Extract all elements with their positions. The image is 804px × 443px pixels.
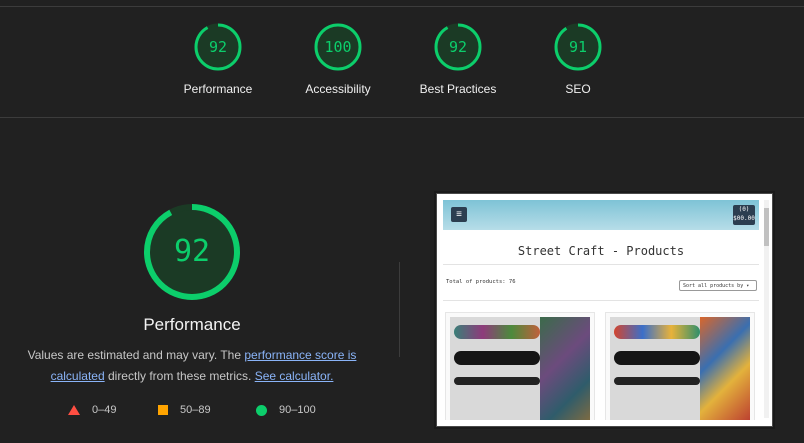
hamburger-icon: ≡ [451, 207, 467, 222]
gauge-score: 91 [568, 38, 588, 56]
legend-average: 50–89 [158, 404, 211, 416]
section-divider [0, 117, 804, 118]
gauge-seo[interactable]: 91 SEO [518, 22, 638, 96]
gauge-label: Best Practices [419, 82, 497, 96]
skateboard-deck [614, 377, 700, 385]
see-calculator-link[interactable]: See calculator. [255, 369, 334, 383]
top-border [0, 6, 804, 7]
sort-label: Sort all products by [683, 283, 744, 289]
thumbnail-page: ≡ (0) $00.00 Street Craft - Products Tota… [443, 200, 759, 420]
gauge-best-practices[interactable]: 92 Best Practices [398, 22, 518, 96]
thumbnail-divider [443, 264, 759, 265]
thumbnail-title: Street Craft - Products [517, 244, 685, 258]
gauge-performance[interactable]: 92 Performance [158, 22, 278, 96]
gauge-label: SEO [565, 82, 591, 96]
skateboard-deck [454, 377, 540, 385]
skateboard-deck [614, 325, 700, 339]
circle-icon [256, 404, 267, 416]
legend-range: 90–100 [279, 404, 316, 416]
skateboard-deck [454, 325, 540, 339]
square-icon [158, 405, 168, 415]
graffiti-wall [700, 317, 750, 420]
thumbnail-total: Total of products: 76 [446, 279, 516, 285]
legend-range: 0–49 [92, 404, 117, 416]
performance-score: 92 [173, 234, 211, 269]
gauge-score: 100 [324, 38, 352, 56]
gauge-label: Performance [183, 82, 253, 96]
legend-fail: 0–49 [68, 404, 116, 416]
gauge-score: 92 [448, 38, 468, 56]
thumbnail-divider-2 [443, 300, 759, 301]
graffiti-wall [540, 317, 590, 420]
product-card [445, 312, 595, 420]
thumbnail-scroll-thumb [764, 208, 769, 246]
gauge-score: 92 [208, 38, 228, 56]
gauge-accessibility[interactable]: 100 Accessibility [278, 22, 398, 96]
product-card [605, 312, 755, 420]
skateboard-deck [614, 351, 700, 365]
performance-description: Values are estimated and may vary. The p… [22, 345, 362, 387]
legend-pass: 90–100 [256, 404, 316, 416]
desc-middle: directly from these metrics. [104, 369, 255, 383]
desc-prefix: Values are estimated and may vary. The [27, 348, 245, 362]
cart-icon: (0) $00.00 [733, 205, 755, 225]
skateboard-deck [454, 351, 540, 365]
cart-total: $00.00 [733, 215, 755, 222]
performance-gauge: 92 [142, 202, 242, 302]
cart-count: (0) [738, 206, 750, 213]
gauge-label: Accessibility [305, 82, 371, 96]
triangle-icon [68, 405, 80, 415]
legend-range: 50–89 [180, 404, 211, 416]
product-image [450, 317, 590, 420]
score-summary: 92 Performance 100 Accessibility 92 Best… [0, 22, 804, 102]
thumbnail-sort-select: Sort all products by ▾ [679, 280, 757, 291]
product-image [610, 317, 750, 420]
performance-title: Performance [143, 315, 241, 334]
page-screenshot-thumbnail[interactable]: ≡ (0) $00.00 Street Craft - Products Tota… [436, 193, 773, 427]
vertical-divider [399, 262, 400, 357]
thumbnail-header: ≡ (0) $00.00 [443, 200, 759, 230]
